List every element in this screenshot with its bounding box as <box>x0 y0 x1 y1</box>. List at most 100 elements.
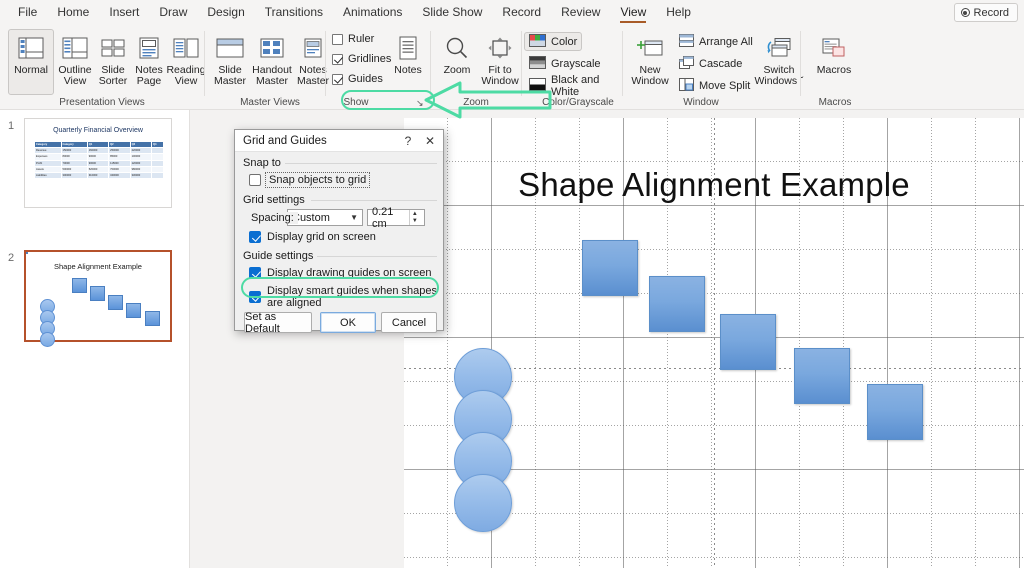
tab-review[interactable]: Review <box>551 0 610 25</box>
black-and-white-icon <box>529 77 546 94</box>
slide-square[interactable] <box>582 240 638 296</box>
gridlines-checkbox[interactable]: Gridlines <box>332 53 391 65</box>
help-icon[interactable]: ? <box>397 131 419 151</box>
arrange-all-button[interactable]: Arrange All <box>674 32 758 51</box>
view-normal-button[interactable]: Normal <box>8 29 54 95</box>
switch-windows-button[interactable]: Switch Windows ˇ <box>752 29 806 95</box>
grayscale-button[interactable]: Grayscale <box>524 54 606 73</box>
color-icon <box>529 33 546 50</box>
view-slide-sorter-button[interactable]: Slide Sorter <box>94 29 132 95</box>
tab-transitions[interactable]: Transitions <box>255 0 333 25</box>
set-as-default-button[interactable]: Set as Default <box>244 311 312 335</box>
zoom-button[interactable]: Zoom <box>436 29 478 95</box>
guide-settings-section-label: Guide settings <box>243 250 318 262</box>
slide-title[interactable]: Shape Alignment Example <box>404 166 1024 204</box>
slide-square[interactable] <box>794 348 850 404</box>
slide-thumbnail-pane[interactable]: 1 Quarterly Financial Overview Category … <box>0 110 190 568</box>
slide-surface[interactable]: Shape Alignment Example <box>404 118 1024 568</box>
spacing-label: Spacing: <box>251 212 298 224</box>
ribbon-group-master-views: Slide Master Handout Master Notes Master… <box>208 25 329 110</box>
tab-slide-show[interactable]: Slide Show <box>412 0 492 25</box>
cell: Liabilities <box>34 171 62 180</box>
dialog-title-bar: Grid and Guides ? ✕ <box>235 130 443 152</box>
thumbnail-square <box>72 278 87 293</box>
group-label-zoom: Zoom <box>463 97 489 108</box>
group-separator-1 <box>204 31 205 96</box>
slide-square[interactable] <box>649 276 705 332</box>
display-smart-guides-checkbox[interactable]: Display smart guides when shapes are ali… <box>249 285 443 309</box>
view-reading-label: Reading View <box>166 64 206 87</box>
macros-button[interactable]: Macros <box>810 29 858 95</box>
grayscale-icon <box>529 55 546 72</box>
dialog-title: Grid and Guides <box>243 134 327 147</box>
fit-to-window-button[interactable]: Fit to Window <box>478 29 522 95</box>
group-label-macros: Macros <box>818 97 852 108</box>
spinner-buttons[interactable]: ▲ ▼ <box>408 210 420 226</box>
notes-master-button[interactable]: Notes Master <box>294 29 332 95</box>
ruler-checkbox-box <box>332 33 343 45</box>
grayscale-label: Grayscale <box>551 57 601 70</box>
macros-icon <box>822 33 846 63</box>
new-window-label: New Window <box>631 64 669 87</box>
thumbnail-slide-1[interactable]: Quarterly Financial Overview Category Ca… <box>24 118 172 208</box>
display-grid-checkbox[interactable]: Display grid on screen <box>249 231 376 243</box>
switch-windows-icon <box>766 33 792 63</box>
ok-button[interactable]: OK <box>320 312 376 333</box>
tab-draw[interactable]: Draw <box>149 0 197 25</box>
tab-help[interactable]: Help <box>656 0 701 25</box>
handout-master-button[interactable]: Handout Master <box>250 29 294 95</box>
black-and-white-label: Black and White <box>551 73 600 98</box>
thumbnail-square <box>145 311 160 326</box>
switch-windows-label: Switch Windows ˇ <box>754 64 804 87</box>
tab-file[interactable]: File <box>8 0 47 25</box>
spinner-up-icon[interactable]: ▲ <box>410 210 420 218</box>
color-button[interactable]: Color <box>524 32 583 51</box>
slide-square[interactable] <box>867 384 923 440</box>
slide-master-label: Slide Master <box>213 64 247 87</box>
group-separator-6 <box>800 31 801 96</box>
notes-pane-button[interactable]: Notes <box>388 29 428 95</box>
spacing-select[interactable]: Custom ▼ <box>287 209 363 226</box>
thumbnail-slide-2[interactable]: Shape Alignment Example <box>24 250 172 347</box>
record-button[interactable]: Record <box>953 3 1018 22</box>
slide-circle[interactable] <box>454 474 512 532</box>
arrange-all-label: Arrange All <box>699 35 753 48</box>
view-reading-button[interactable]: Reading View <box>166 29 206 95</box>
move-split-button[interactable]: Move Split <box>674 76 755 95</box>
slide-sorter-icon <box>101 33 125 63</box>
color-label: Color <box>551 35 578 48</box>
view-slide-sorter-label: Slide Sorter <box>98 64 128 87</box>
thumbnail-1-table: Category Category Q1 Q2 Q3 Q4 Revenue 15… <box>34 140 164 180</box>
ribbon-tab-bar: File Home Insert Draw Design Transitions… <box>0 0 1024 25</box>
tab-view[interactable]: View <box>610 0 656 25</box>
spinner-down-icon[interactable]: ▼ <box>410 218 420 226</box>
slide-master-button[interactable]: Slide Master <box>210 29 250 95</box>
gridlines-checkbox-box <box>332 53 343 65</box>
view-notes-page-button[interactable]: Notes Page <box>130 29 168 95</box>
tab-insert[interactable]: Insert <box>99 0 149 25</box>
slide-square[interactable] <box>720 314 776 370</box>
close-icon[interactable]: ✕ <box>419 131 441 151</box>
display-drawing-guides-checkbox[interactable]: Display drawing guides on screen <box>249 267 431 279</box>
tab-record[interactable]: Record <box>492 0 551 25</box>
cascade-button[interactable]: Cascade <box>674 54 747 73</box>
thumbnail-number-1: 1 <box>8 120 15 132</box>
view-outline-button[interactable]: Outline View <box>54 29 96 95</box>
cell: 310000 <box>86 171 110 180</box>
cancel-button[interactable]: Cancel <box>381 312 437 333</box>
tab-animations[interactable]: Animations <box>333 0 412 25</box>
group-label-show: Show <box>343 97 369 108</box>
show-dialog-launcher[interactable]: ↘ <box>416 98 424 109</box>
guides-checkbox[interactable]: Guides <box>332 73 383 85</box>
snap-objects-to-grid-checkbox[interactable]: Snap objects to grid <box>249 172 371 188</box>
magnifier-icon <box>445 33 469 63</box>
spacing-amount-input[interactable]: 0.21 cm ▲ ▼ <box>367 206 425 230</box>
tab-home[interactable]: Home <box>47 0 99 25</box>
black-and-white-button[interactable]: Black and White <box>524 73 620 98</box>
tab-design[interactable]: Design <box>197 0 254 25</box>
ruler-label: Ruler <box>348 33 375 45</box>
new-window-button[interactable]: New Window <box>628 29 672 95</box>
grid-and-guides-dialog[interactable]: Grid and Guides ? ✕ Snap to Snap objects… <box>234 129 444 335</box>
notes-pane-label: Notes <box>394 64 422 76</box>
ruler-checkbox[interactable]: Ruler <box>332 33 374 45</box>
